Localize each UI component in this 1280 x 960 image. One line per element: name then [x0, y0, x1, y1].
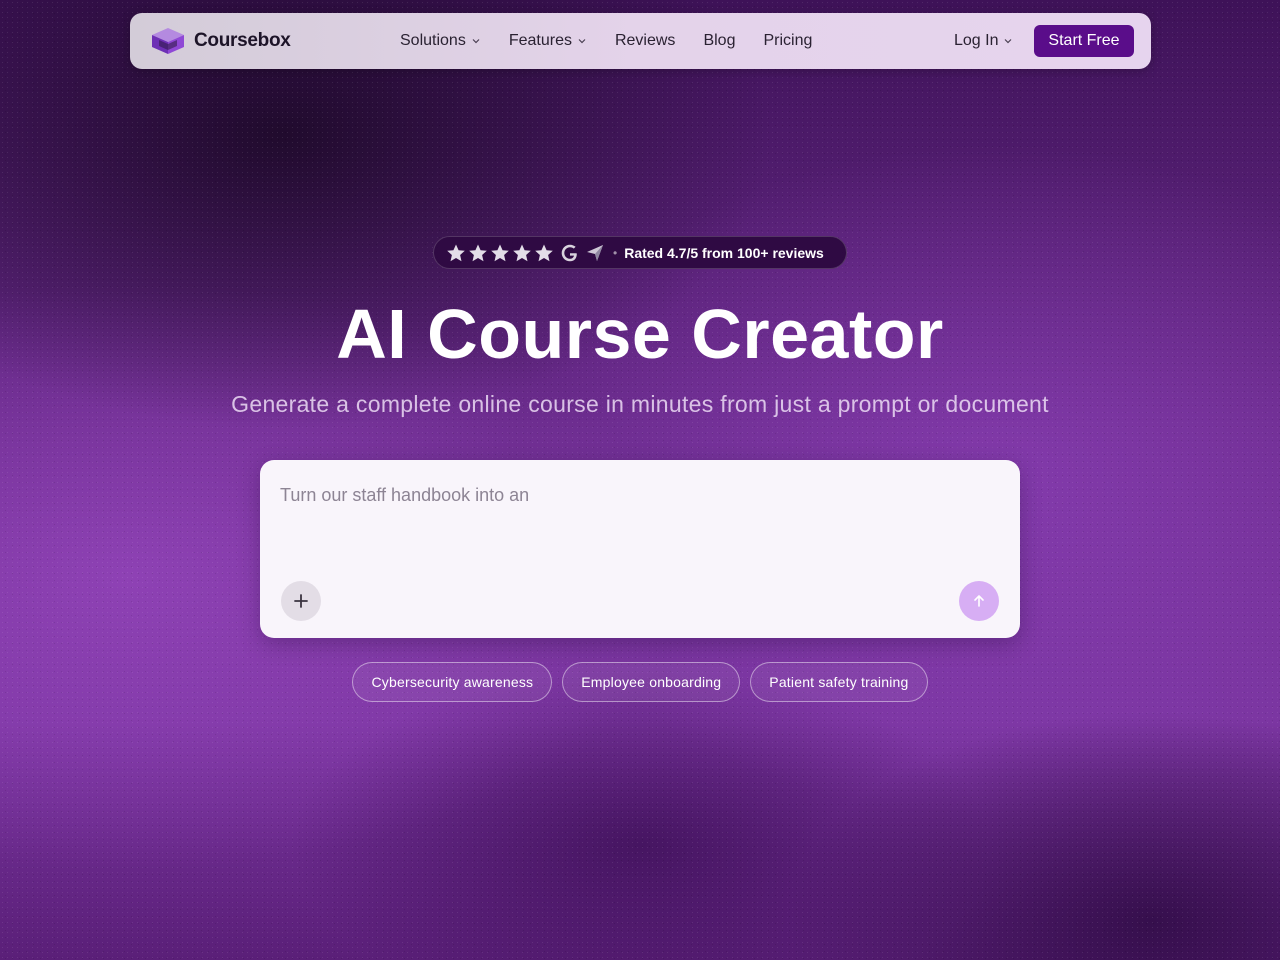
- page-title: AI Course Creator: [336, 295, 944, 373]
- star-icon: [491, 244, 509, 261]
- menu-item-label: Blog: [703, 32, 736, 49]
- chevron-down-icon: [1005, 39, 1012, 44]
- separator-dot: •: [613, 245, 618, 260]
- chevron-down-icon: [578, 39, 586, 44]
- rating-text: Rated 4.7/5 from 100+ reviews: [624, 244, 824, 261]
- rating-stars: [446, 243, 554, 263]
- page-subtitle: Generate a complete online course in min…: [231, 391, 1049, 417]
- capterra-icon: [587, 244, 603, 261]
- rating-badge: • Rated 4.7/5 from 100+ reviews: [433, 236, 847, 269]
- main-menu: Solutions Features Reviews Blog Pricing: [400, 13, 840, 69]
- attach-button[interactable]: [281, 581, 321, 621]
- chevron-down-icon: [472, 39, 480, 44]
- star-icon: [513, 244, 531, 261]
- suggestion-chip[interactable]: Cybersecurity awareness: [352, 662, 553, 702]
- logo[interactable]: Coursebox: [150, 26, 291, 56]
- menu-item-label: Reviews: [614, 32, 676, 49]
- google-icon: [561, 244, 577, 261]
- start-free-button[interactable]: Start Free: [1034, 25, 1134, 57]
- star-icon: [469, 244, 487, 261]
- star-icon: [447, 244, 465, 261]
- submit-button[interactable]: [959, 581, 999, 621]
- menu-item-label: Solutions: [400, 32, 466, 49]
- suggestion-chips: Cybersecurity awareness Employee onboard…: [0, 662, 1280, 702]
- prompt-box: [260, 460, 1020, 638]
- logo-text: Coursebox: [194, 30, 291, 51]
- coursebox-logo-icon: [152, 28, 184, 54]
- login-link[interactable]: Log In: [954, 13, 1013, 69]
- menu-item-label: Pricing: [763, 32, 813, 49]
- prompt-input[interactable]: [280, 480, 1000, 510]
- suggestion-chip[interactable]: Patient safety training: [750, 662, 928, 702]
- login-label: Log In: [954, 32, 999, 49]
- top-navbar: Coursebox Solutions Features Reviews Blo…: [130, 13, 1151, 69]
- menu-item-solutions[interactable]: Solutions: [400, 32, 481, 50]
- menu-item-blog[interactable]: Blog: [703, 32, 735, 50]
- arrow-up-icon: [974, 595, 984, 607]
- menu-item-pricing[interactable]: Pricing: [763, 32, 812, 50]
- menu-item-reviews[interactable]: Reviews: [615, 32, 675, 50]
- star-icon: [535, 244, 553, 261]
- menu-item-label: Features: [508, 32, 572, 49]
- plus-icon: [294, 594, 308, 608]
- menu-item-features[interactable]: Features: [509, 32, 587, 50]
- suggestion-chip[interactable]: Employee onboarding: [562, 662, 741, 702]
